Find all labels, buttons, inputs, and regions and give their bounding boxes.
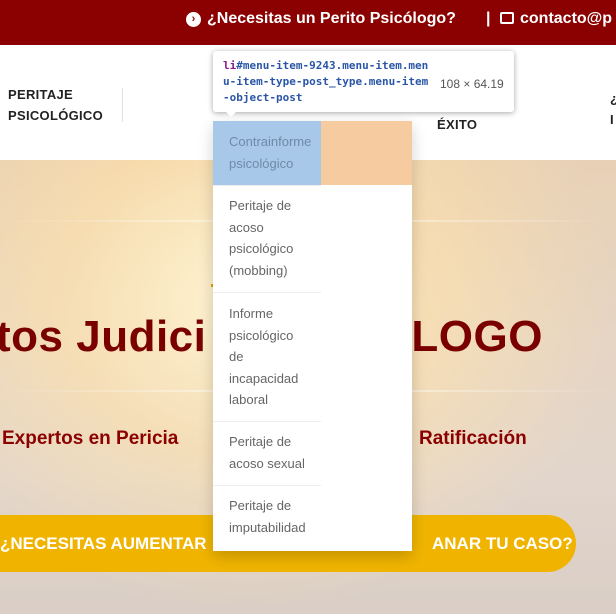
submenu-item-line: psicológico — [229, 155, 294, 171]
nav-item-peritaje-psicologico[interactable]: PERITAJE PSICOLÓGICO — [8, 84, 103, 126]
inspector-selector: li#menu-item-9243.menu-item.menu-item-ty… — [223, 58, 433, 106]
submenu-dropdown: Contrainforme psicológico Peritaje de ac… — [213, 121, 412, 551]
submenu-item-line: psicológico — [229, 327, 294, 343]
submenu-item-imputabilidad[interactable]: Peritaje de imputabilidad — [229, 495, 324, 538]
submenu-divider — [213, 185, 321, 186]
submenu-item-line: incapacidad — [229, 370, 299, 386]
hero-subtitle-left: Expertos en Pericia — [2, 428, 179, 449]
submenu-item-line: Contrainforme — [229, 134, 312, 149]
submenu-item-incapacidad-laboral[interactable]: Informe psicológico de incapacidad labor… — [229, 303, 324, 411]
submenu-item-contrainforme[interactable]: Contrainforme psicológico — [229, 131, 324, 174]
nav-divider — [122, 88, 123, 122]
nav-peritaje-line2: PSICOLÓGICO — [8, 108, 104, 123]
submenu-item-line: de — [229, 349, 244, 365]
perito-question-text: ¿Necesitas un Perito Psicólogo? — [207, 10, 456, 27]
envelope-icon — [500, 12, 514, 24]
inspector-margin-highlight — [321, 121, 412, 185]
submenu-item-line: imputabilidad — [229, 519, 306, 535]
submenu-item-line: Informe — [229, 306, 274, 321]
nav-peritaje-line1: PERITAJE — [8, 87, 74, 102]
cta-text-right: ANAR TU CASO? — [432, 534, 573, 553]
submenu-item-line: laboral — [229, 392, 269, 408]
topbar-separator: | — [486, 10, 491, 27]
submenu-item-line: acoso sexual — [229, 455, 305, 471]
submenu-divider — [213, 485, 321, 486]
submenu-item-line: Peritaje de — [229, 198, 292, 213]
submenu-item-acoso-sexual[interactable]: Peritaje de acoso sexual — [229, 431, 324, 474]
contact-email-text: contacto@p — [520, 10, 613, 27]
hero-title-left: tos Judici — [0, 312, 207, 361]
inspector-selector-tag: li — [223, 59, 237, 72]
nav-edge-bottom: I — [610, 112, 614, 127]
submenu-item-acoso-psicologico[interactable]: Peritaje de acoso psicológico (mobbing) — [229, 195, 324, 281]
inspector-selector-rest: #menu-item-9243.menu-item.menu-item-type… — [223, 59, 429, 104]
top-contact-bar: › ¿Necesitas un Perito Psicólogo? | conta… — [0, 0, 616, 45]
chevron-right-circle-icon: › — [186, 12, 201, 27]
submenu-item-line: Peritaje de — [229, 434, 292, 449]
cta-text-left: ¿NECESITAS AUMENTAR — [0, 534, 207, 553]
submenu-item-line: acoso — [229, 219, 264, 235]
nav-item-edge[interactable]: ¿ I — [610, 88, 616, 130]
submenu-divider — [213, 292, 321, 293]
submenu-divider — [213, 421, 321, 422]
submenu-item-line: psicológico — [229, 241, 294, 257]
devtools-inspector-tooltip: li#menu-item-9243.menu-item.menu-item-ty… — [213, 51, 514, 112]
nav-item-exito[interactable]: ÉXITO — [437, 117, 477, 132]
inspector-tooltip-arrow — [224, 110, 238, 117]
nav-edge-top: ¿ — [610, 88, 616, 109]
perito-question-link[interactable]: › ¿Necesitas un Perito Psicólogo? — [186, 10, 456, 28]
submenu-item-line: (mobbing) — [229, 262, 288, 278]
hero-subtitle-right: Ratificación — [419, 428, 527, 449]
inspector-dimensions: 108 × 64.19 — [440, 77, 504, 91]
contact-email-link[interactable]: contacto@p — [500, 10, 612, 28]
submenu-item-line: Peritaje de — [229, 498, 292, 513]
